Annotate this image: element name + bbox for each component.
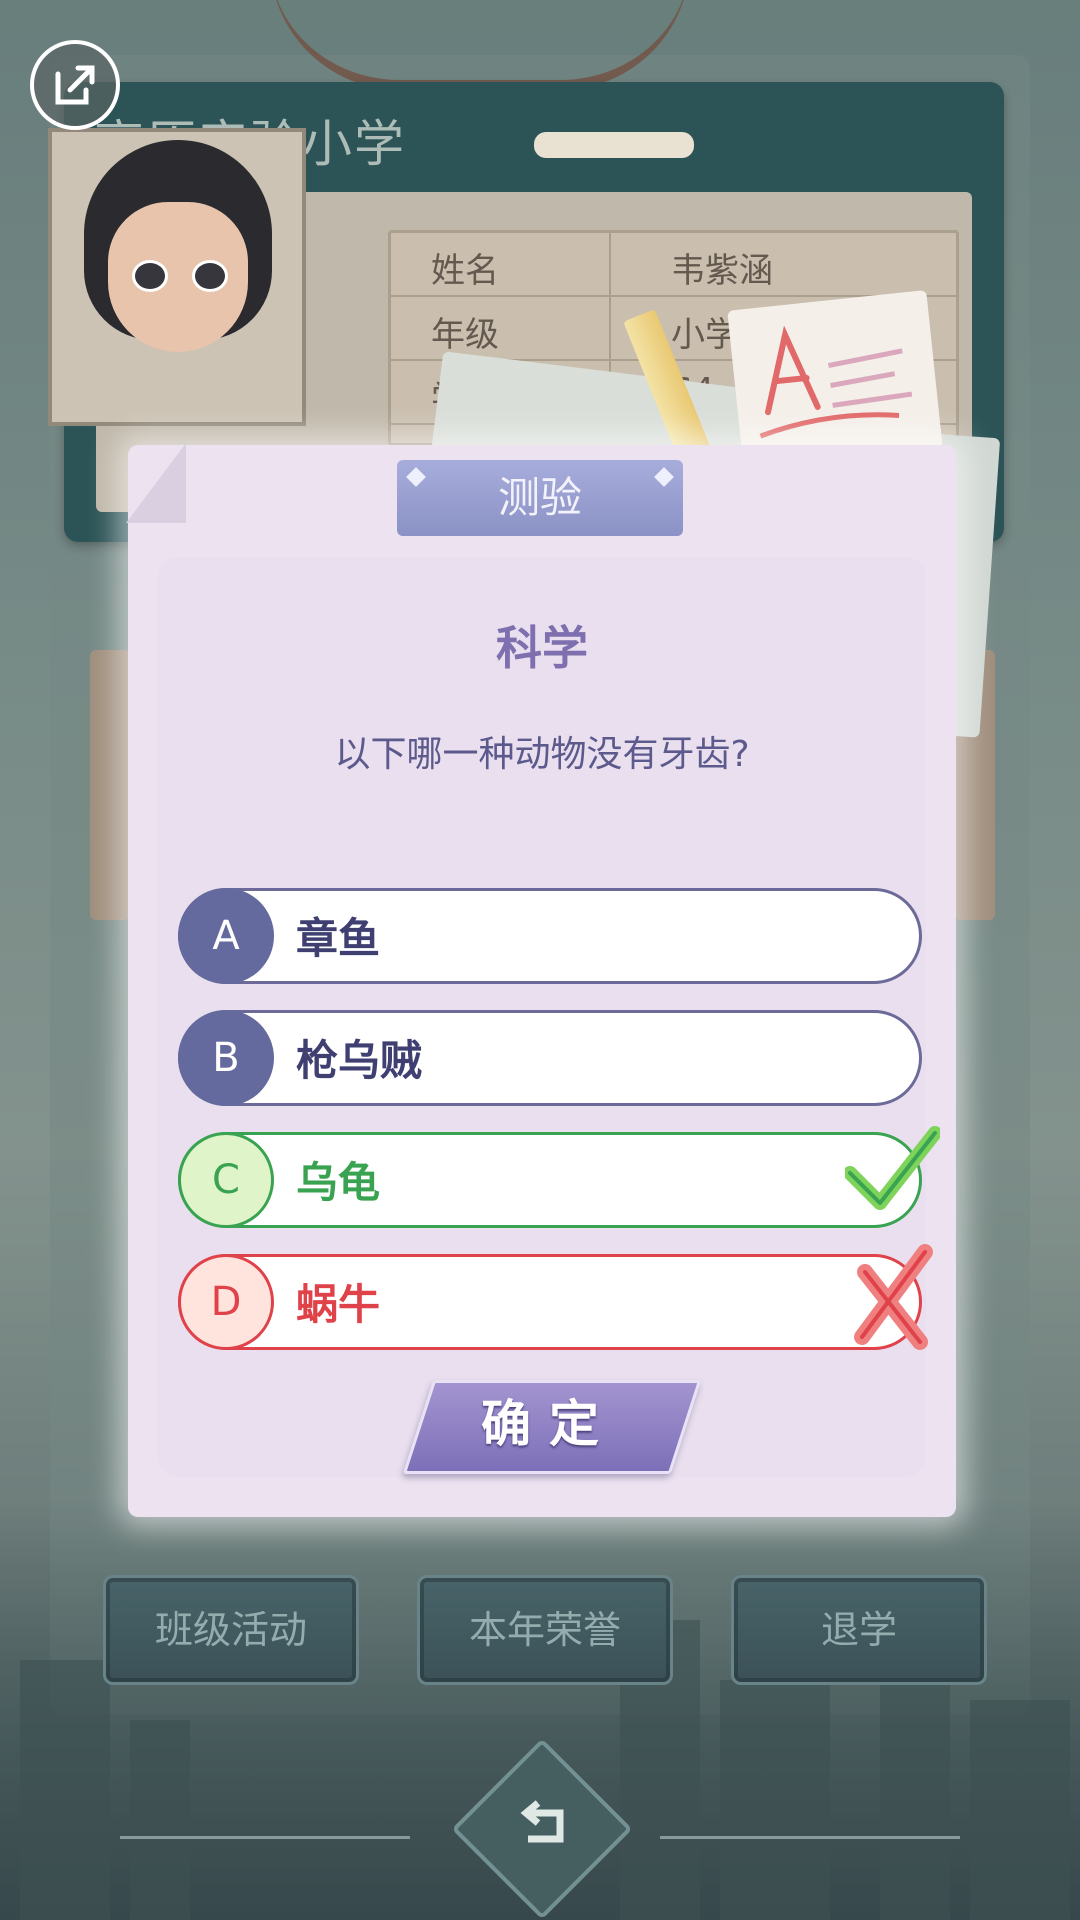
folded-corner: [126, 443, 186, 523]
check-mark-icon: [845, 1126, 940, 1210]
quiz-question: 以下哪一种动物没有牙齿?: [334, 734, 750, 775]
option-letter: D: [178, 1254, 274, 1350]
dialog-title: 测验: [497, 473, 582, 522]
option-letter: B: [178, 1010, 274, 1106]
dialog-title-tab: 测验: [397, 460, 683, 536]
option-letter: A: [178, 888, 274, 984]
option-text: 章鱼: [296, 914, 381, 963]
answer-option-c[interactable]: C 乌龟: [178, 1132, 922, 1228]
option-text: 枪乌贼: [296, 1036, 423, 1085]
option-text: 乌龟: [296, 1158, 381, 1207]
answer-option-d[interactable]: D 蜗牛: [178, 1254, 922, 1350]
option-letter: C: [178, 1132, 274, 1228]
option-text: 蜗牛: [296, 1280, 381, 1329]
confirm-button-label: 确定: [481, 1395, 617, 1453]
answer-option-b[interactable]: B 枪乌贼: [178, 1010, 922, 1106]
quiz-subject: 科学: [496, 621, 588, 675]
answer-option-a[interactable]: A 章鱼: [178, 888, 922, 984]
diamond-ornament-icon: [654, 467, 674, 487]
diamond-ornament-icon: [406, 467, 426, 487]
cross-mark-icon: [854, 1244, 933, 1350]
